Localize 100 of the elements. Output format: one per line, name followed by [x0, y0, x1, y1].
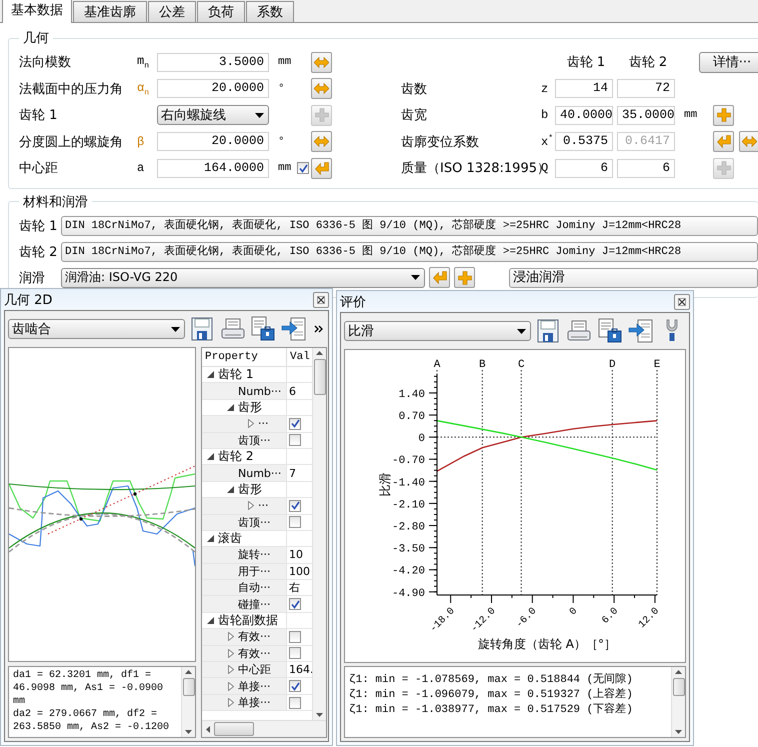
number-field[interactable]: 35.0000: [617, 106, 675, 125]
property-name: 单接···: [238, 678, 270, 694]
close-button[interactable]: [313, 292, 329, 308]
axis-tick-label: -4.90: [392, 588, 425, 600]
property-name: 自动···: [238, 580, 270, 596]
field-label: 法向模数: [19, 54, 72, 72]
number-field[interactable]: 20.0000: [157, 132, 269, 152]
checkbox[interactable]: [289, 500, 301, 512]
number-field[interactable]: 6: [555, 158, 613, 178]
collapsed-icon[interactable]: [248, 501, 254, 510]
marker-label: B: [479, 359, 486, 371]
scroll-down-icon[interactable]: [675, 730, 682, 734]
collapsed-icon[interactable]: [228, 648, 234, 658]
collapsed-icon[interactable]: [248, 419, 254, 428]
expanded-icon[interactable]: [207, 535, 214, 542]
collapsed-icon[interactable]: [228, 665, 234, 674]
expanded-icon[interactable]: [207, 453, 214, 460]
add-button[interactable]: [454, 267, 475, 288]
scrollbar[interactable]: [671, 667, 685, 737]
dropdown[interactable]: 润滑油: ISO-VG 220: [61, 268, 425, 288]
tab[interactable]: 负荷: [197, 1, 245, 22]
group-title: 材料和润滑: [22, 194, 89, 210]
tab[interactable]: 系数: [246, 1, 294, 22]
marker-label: E: [654, 359, 660, 371]
details-button[interactable]: 详情···: [699, 52, 758, 73]
material-field[interactable]: DIN 18CrNiMo7, 表面硬化钢, 表面硬化, ISO 6336-5 图 9/10 (MQ), 芯部硬度 >=25HRC Jominy J=12mm<HRC28: [61, 242, 758, 262]
property-name: 单接···: [238, 695, 270, 710]
expanded-icon[interactable]: [207, 617, 214, 624]
tab[interactable]: 基本数据: [2, 0, 72, 23]
checkbox[interactable]: [289, 516, 301, 528]
checkbox[interactable]: [289, 434, 301, 446]
number-field[interactable]: 40.0000: [555, 106, 613, 125]
dropdown[interactable]: 右向螺旋线: [157, 105, 269, 126]
expanded-icon[interactable]: [227, 486, 234, 493]
checkbox[interactable]: [289, 696, 301, 708]
scroll-down-icon[interactable]: [185, 730, 192, 734]
axis-title: 旋转角度（齿轮 A）［°］: [478, 637, 616, 651]
clipboard-icon[interactable]: [249, 315, 278, 343]
checkbox[interactable]: [289, 630, 301, 643]
expanded-icon[interactable]: [207, 371, 214, 378]
scroll-thumb[interactable]: [182, 678, 194, 696]
scroll-up-icon[interactable]: [316, 351, 323, 355]
checkbox[interactable]: [289, 598, 301, 610]
property-name: 旋转···: [238, 547, 270, 562]
scroll-thumb[interactable]: [314, 359, 326, 395]
property-name: 齿轮 2: [218, 448, 254, 464]
number-field[interactable]: 14: [555, 79, 613, 98]
swap-button[interactable]: [311, 78, 332, 100]
axis-tick-label: 1.40: [398, 388, 425, 401]
number-field[interactable]: 3.5000: [157, 52, 269, 72]
swap-button[interactable]: [739, 131, 758, 152]
dropdown[interactable]: 齿啮合: [8, 319, 185, 339]
number-field[interactable]: 0.5375: [555, 132, 613, 152]
scroll-up-icon[interactable]: [675, 670, 682, 674]
number-field[interactable]: 164.0000: [157, 158, 269, 178]
apply-button[interactable]: [713, 131, 734, 152]
scrollbar[interactable]: [312, 348, 326, 720]
info-text-area[interactable]: da1 = 62.3201 mm, df1 = 46.9098 mm, As1 = -0.0900 mm da2 = 279.0667 mm, df2 = 263.5850 mm, As2 = -0.1200: [8, 666, 196, 738]
checkbox[interactable]: [289, 647, 301, 660]
scrollbar[interactable]: [181, 667, 195, 737]
collapsed-icon[interactable]: [228, 632, 234, 642]
number-field[interactable]: 6: [617, 158, 675, 178]
checkbox[interactable]: [297, 162, 310, 174]
property-value: 右: [289, 580, 300, 596]
axis-tick-label: -3.50: [392, 544, 425, 556]
close-button[interactable]: [674, 294, 690, 310]
export-icon[interactable]: [627, 317, 656, 345]
collapsed-icon[interactable]: [228, 698, 234, 707]
symbol-label: m$_{n}$: [137, 54, 150, 70]
tab[interactable]: 基准齿廓: [73, 1, 147, 22]
apply-button[interactable]: [311, 158, 332, 179]
field-label: 齿廓变位系数: [401, 134, 480, 151]
swap-button[interactable]: [311, 131, 332, 152]
scroll-thumb[interactable]: [672, 678, 684, 696]
export-icon[interactable]: [280, 315, 308, 343]
collapsed-icon[interactable]: [228, 682, 234, 691]
lubrication-field[interactable]: 浸油润滑: [509, 268, 758, 288]
symbol-label: a: [137, 161, 146, 176]
scroll-down-icon[interactable]: [316, 713, 323, 717]
material-field[interactable]: DIN 18CrNiMo7, 表面硬化钢, 表面硬化, ISO 6336-5 图 9/10 (MQ), 芯部硬度 >=25HRC Jominy J=12mm<HRC28: [61, 216, 758, 236]
clipboard-icon[interactable]: [596, 317, 624, 345]
results-text-area[interactable]: ζ1: min = -1.078569, max = 0.518844 (无间隙) ζ1: min = -1.096079, max = 0.519327 (上容差) ζ1: min = -1.038977, max = 0.517529 (下容差): [344, 666, 686, 738]
number-field[interactable]: 72: [617, 79, 675, 98]
apply-button[interactable]: [429, 267, 450, 288]
scroll-thumb[interactable]: [214, 722, 254, 736]
field-label: 质量（ISO 1328:1995）: [401, 160, 541, 178]
checkbox[interactable]: [289, 418, 301, 430]
add-button[interactable]: [713, 104, 734, 126]
expanded-icon[interactable]: [227, 404, 234, 411]
enter-arrow-icon: [716, 135, 730, 148]
field-label: 齿轮 1: [19, 218, 57, 234]
checkbox[interactable]: [289, 680, 301, 692]
swap-button[interactable]: [311, 52, 332, 73]
axis-tick-label: 6.0: [600, 606, 621, 627]
scroll-up-icon[interactable]: [185, 670, 192, 674]
scrollbar[interactable]: [202, 720, 326, 737]
dropdown[interactable]: 比滑: [344, 321, 532, 341]
scroll-left-icon[interactable]: [206, 726, 210, 732]
tab[interactable]: 公差: [148, 1, 196, 22]
number-field[interactable]: 20.0000: [157, 79, 269, 98]
